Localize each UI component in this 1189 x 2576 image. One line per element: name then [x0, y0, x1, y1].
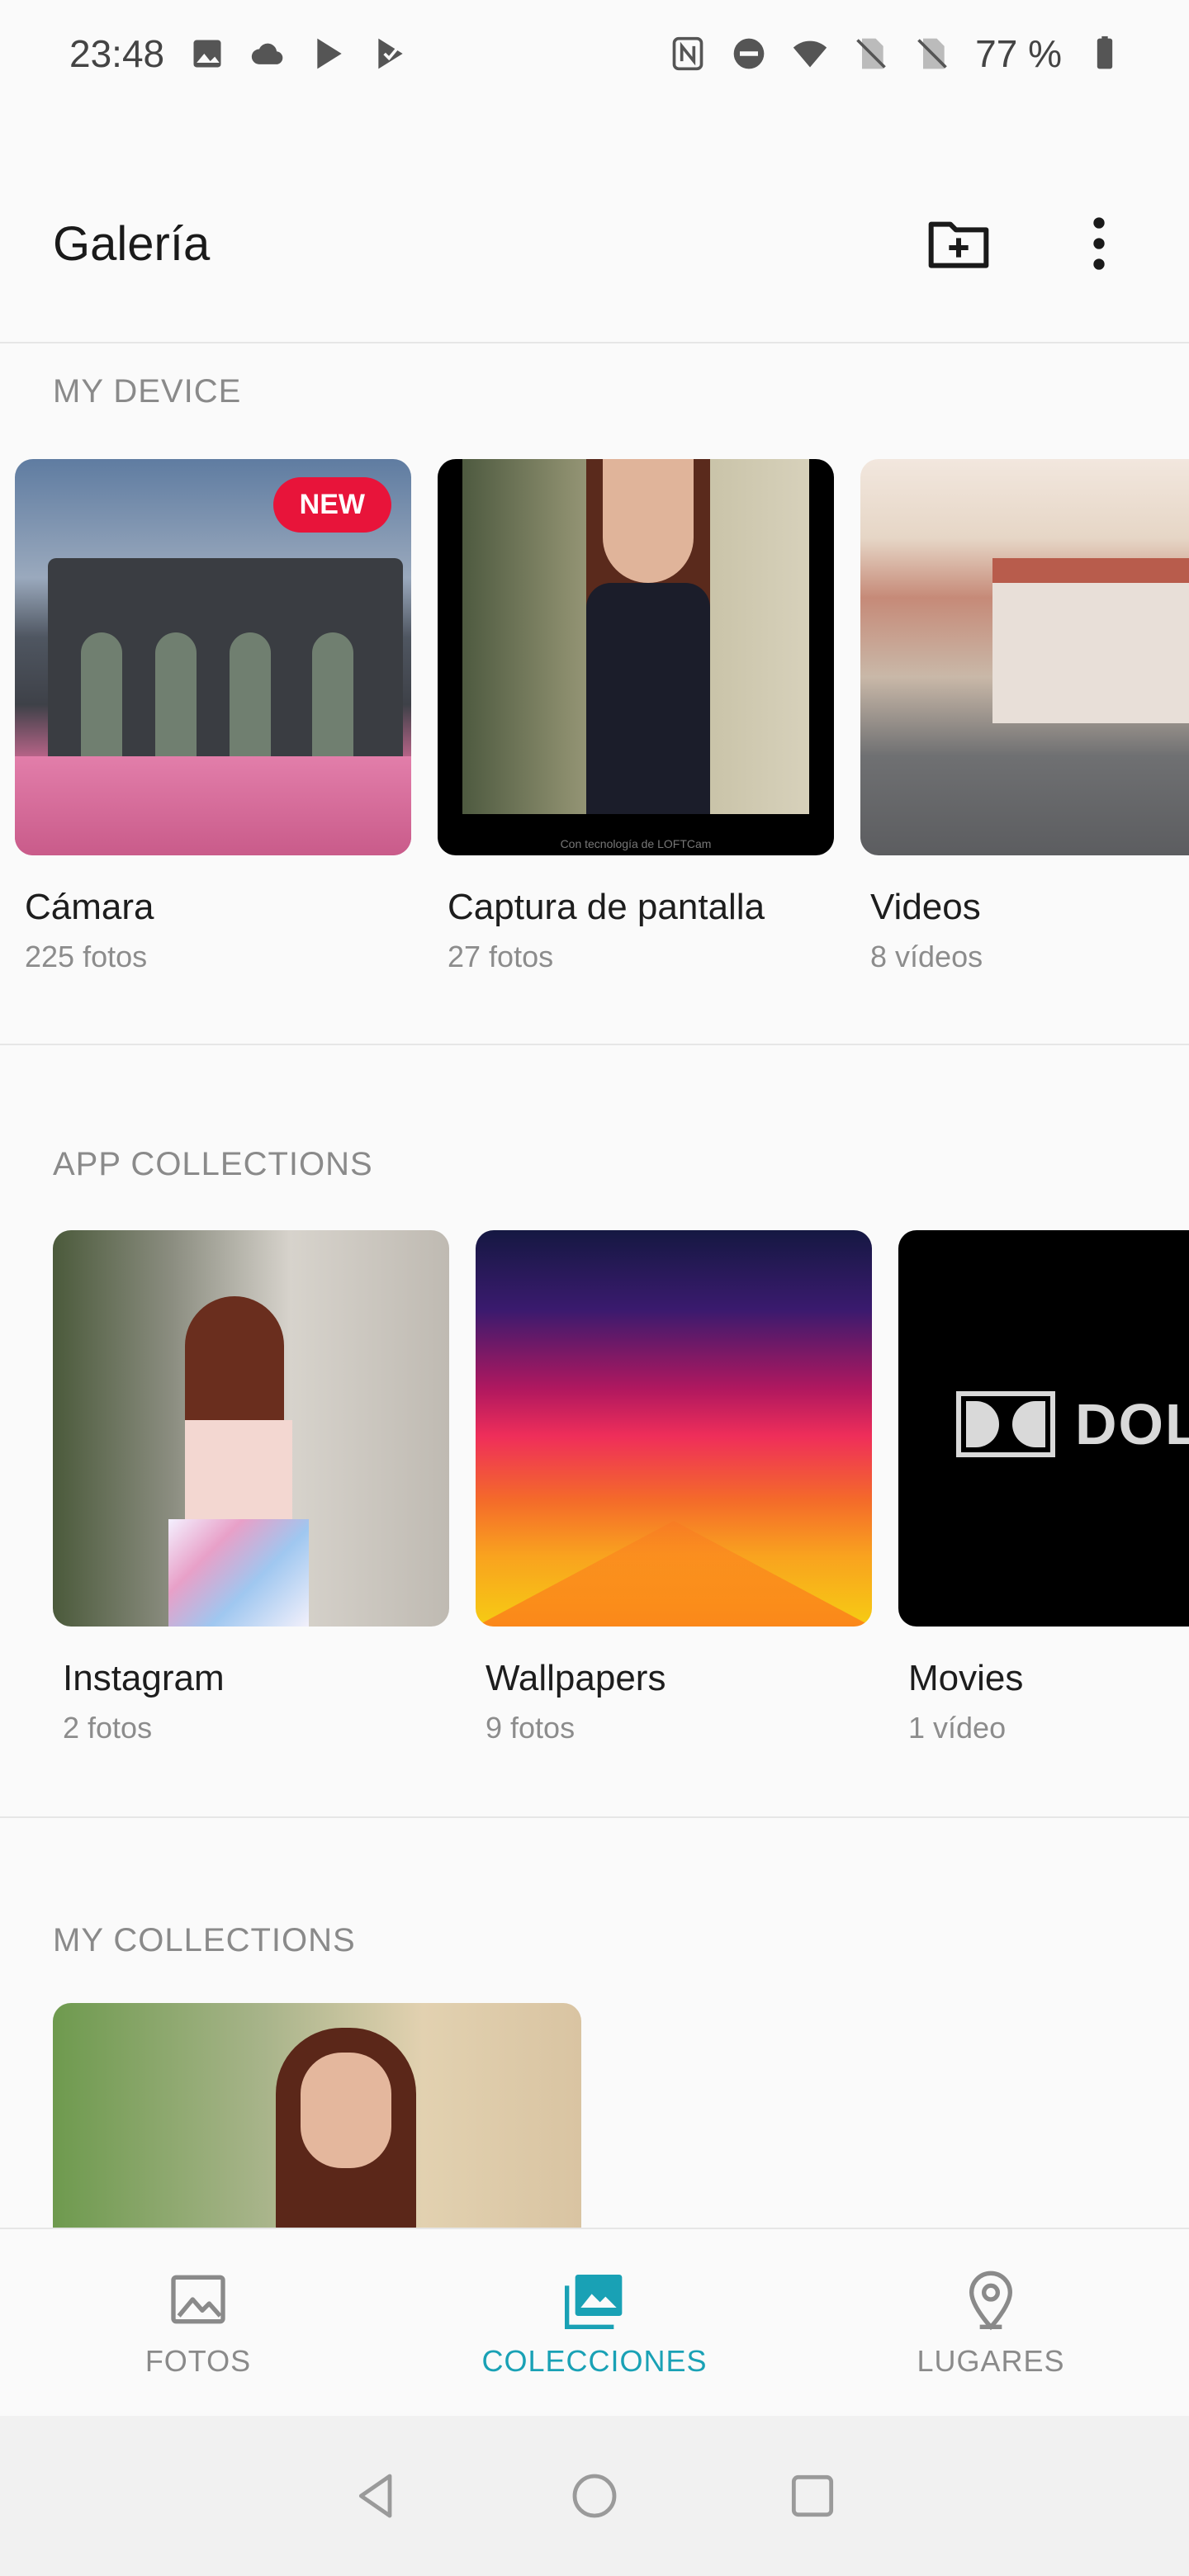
album-count: 9 fotos [486, 1711, 576, 1745]
status-right: 77 % [670, 31, 1123, 76]
thumbnail-arch-opening [155, 632, 197, 756]
play-store-icon [311, 36, 348, 72]
more-options-icon[interactable] [1062, 206, 1136, 281]
back-icon[interactable] [350, 2469, 403, 2522]
app-actions [921, 206, 1136, 281]
my-device-row: NEW Cámara 225 fotos Con tecnología de L… [0, 459, 1189, 1004]
my-collection-thumbnail[interactable] [53, 2003, 581, 2228]
system-navigation-bar [0, 2416, 1189, 2576]
app-collections-row: Instagram 2 fotos Wallpapers 9 fotos DOL… [0, 1230, 1189, 1775]
nav-label: FOTOS [144, 2344, 252, 2378]
thumbnail-chevron [476, 1521, 872, 1627]
home-icon[interactable] [568, 2469, 621, 2522]
album-name: Wallpapers [486, 1658, 666, 1698]
album-thumbnail[interactable]: DOLBY [898, 1230, 1189, 1627]
thumbnail-flowers [15, 756, 411, 855]
play-check-icon [372, 36, 409, 72]
app-bar: Galería [0, 182, 1189, 305]
image-icon [171, 2275, 225, 2324]
nfc-icon [670, 36, 706, 72]
battery-level: 77 % [975, 32, 1062, 75]
nav-item-lugares[interactable]: LUGARES [842, 2266, 1139, 2379]
album-wallpapers[interactable]: Wallpapers 9 fotos [476, 1230, 872, 1745]
bottom-navigation: FOTOS COLECCIONES LUGARES [0, 2228, 1189, 2416]
album-name: Movies [908, 1658, 1024, 1698]
divider-my-device [0, 1044, 1189, 1045]
status-time: 23:48 [69, 32, 165, 75]
thumbnail-person [553, 459, 743, 814]
album-thumbnail[interactable]: NEW [15, 459, 411, 855]
thumbnail-top [185, 1420, 292, 1519]
nav-item-colecciones[interactable]: COLECCIONES [446, 2266, 743, 2379]
thumbnail-arch-opening [312, 632, 353, 756]
album-videos[interactable]: Videos 8 vídeos [860, 459, 1189, 974]
album-thumbnail[interactable] [860, 459, 1189, 855]
cloud-icon [250, 36, 287, 72]
collections-icon [565, 2275, 623, 2329]
section-label-my-collections: MY COLLECTIONS [53, 1922, 356, 1958]
thumbnail-face [301, 2053, 391, 2168]
album-count: 8 vídeos [870, 940, 983, 973]
gallery-notification-icon [189, 36, 225, 72]
location-pin-icon [969, 2271, 1013, 2331]
album-name: Captura de pantalla [448, 887, 765, 927]
do-not-disturb-icon [731, 36, 767, 72]
album-camara[interactable]: NEW Cámara 225 fotos [15, 459, 411, 974]
section-label-my-device: MY DEVICE [53, 373, 242, 410]
divider-top [0, 342, 1189, 343]
divider-app-collections [0, 1816, 1189, 1818]
album-thumbnail[interactable] [53, 1230, 449, 1627]
dolby-logo-text: DOLBY [1075, 1392, 1189, 1456]
album-count: 27 fotos [448, 940, 554, 973]
album-name: Cámara [25, 887, 154, 927]
thumbnail-building [992, 558, 1189, 723]
album-count: 1 vídeo [908, 1711, 1007, 1745]
thumbnail-skirt [168, 1519, 309, 1627]
album-instagram[interactable]: Instagram 2 fotos [53, 1230, 449, 1745]
thumbnail-arch [48, 558, 403, 756]
dolby-logo: DOLBY [956, 1391, 1189, 1457]
page-title: Galería [53, 216, 211, 271]
album-thumbnail[interactable]: Con tecnología de LOFTCam [438, 459, 834, 855]
new-badge: NEW [272, 477, 391, 533]
no-sim-icon [853, 36, 889, 72]
thumbnail-face [603, 459, 694, 583]
new-folder-icon[interactable] [921, 206, 996, 281]
status-left: 23:48 [69, 31, 409, 76]
thumbnail-body [586, 583, 710, 814]
thumbnail-caption: Con tecnología de LOFTCam [560, 837, 712, 850]
album-name: Instagram [63, 1658, 225, 1698]
no-sim-icon-2 [914, 36, 950, 72]
status-bar: 23:48 77 % [0, 0, 1189, 107]
thumbnail-person [168, 1296, 309, 1627]
album-count: 2 fotos [63, 1711, 153, 1745]
album-movies[interactable]: DOLBY Movies 1 vídeo [898, 1230, 1189, 1745]
section-label-app-collections: APP COLLECTIONS [53, 1146, 373, 1182]
wifi-icon [792, 36, 828, 72]
thumbnail-arch-opening [81, 632, 122, 756]
album-captura-de-pantalla[interactable]: Con tecnología de LOFTCam Captura de pan… [438, 459, 834, 974]
thumbnail-photo [462, 459, 809, 814]
thumbnail-arch-opening [230, 632, 271, 756]
album-thumbnail[interactable] [476, 1230, 872, 1627]
dolby-double-d-icon [956, 1391, 1055, 1457]
battery-icon [1087, 36, 1123, 72]
nav-label: COLECCIONES [481, 2344, 708, 2378]
nav-item-fotos[interactable]: FOTOS [50, 2266, 347, 2379]
recents-icon[interactable] [786, 2469, 839, 2522]
nav-label: LUGARES [917, 2344, 1065, 2378]
album-count: 225 fotos [25, 940, 148, 973]
album-name: Videos [870, 887, 981, 927]
